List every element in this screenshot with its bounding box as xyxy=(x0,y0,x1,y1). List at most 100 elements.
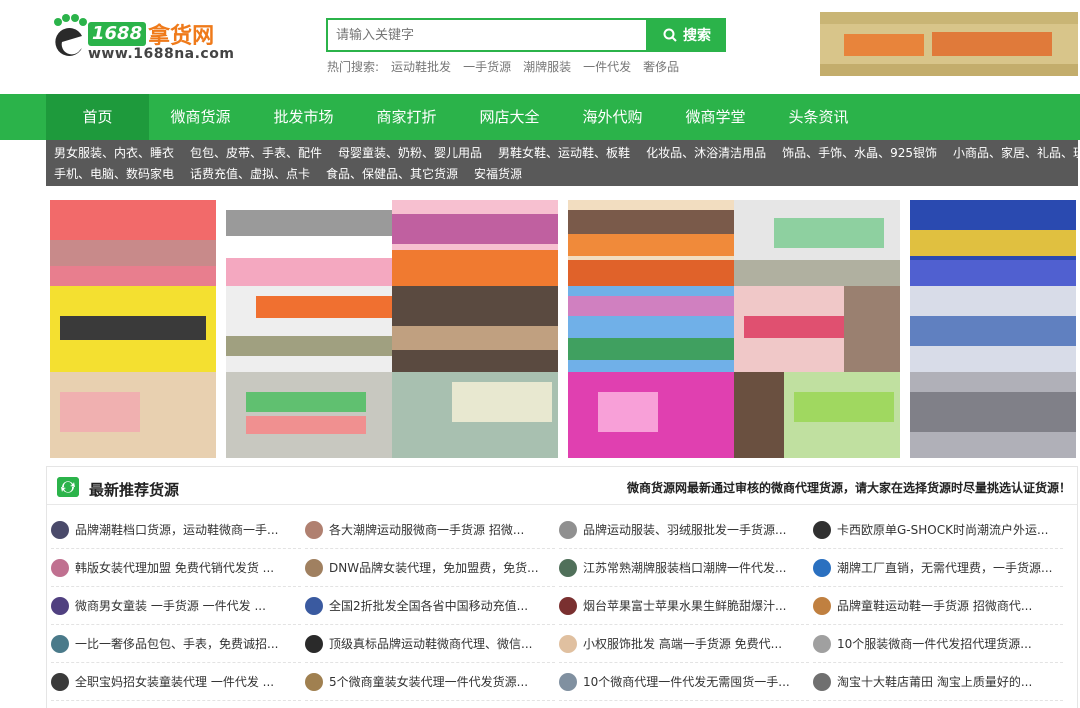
category-bar: 男女服装、内衣、睡衣 包包、皮带、手表、配件 母婴童装、奶粉、婴儿用品 男鞋女鞋… xyxy=(46,140,1080,186)
ad-image[interactable] xyxy=(910,200,1076,286)
recommend-header: 最新推荐货源 微商货源网最新通过审核的微商代理货源，请大家在选择货源时尽量挑选认… xyxy=(47,467,1077,505)
avatar xyxy=(51,634,69,653)
list-item-title: 10个微商代理一件代发无需囤货一手... xyxy=(583,675,790,689)
list-item[interactable]: 淘宝十大鞋店莆田 淘宝上质量好的... xyxy=(813,663,1063,701)
nav-item-academy[interactable]: 微商学堂 xyxy=(664,94,767,140)
recommend-title: 最新推荐货源 xyxy=(89,481,180,499)
list-item[interactable]: 品牌童鞋运动鞋一手货源 招微商代... xyxy=(813,587,1063,625)
category-link[interactable]: 手机、电脑、数码家电 xyxy=(54,164,174,185)
list-item-title: 全职宝妈招女装童装代理 一件代发 ... xyxy=(75,675,275,689)
hot-term[interactable]: 潮牌服装 xyxy=(523,58,571,75)
avatar xyxy=(813,672,831,691)
list-item[interactable]: DNW品牌女装代理，免加盟费，免货... xyxy=(305,549,555,587)
nav-item-home[interactable]: 首页 xyxy=(46,94,149,140)
hot-term[interactable]: 运动鞋批发 xyxy=(391,58,451,75)
search-input[interactable] xyxy=(326,18,648,52)
avatar xyxy=(305,634,323,653)
nav-item-overseas[interactable]: 海外代购 xyxy=(561,94,664,140)
list-item[interactable]: 品牌运动服装、羽绒服批发一手货源... xyxy=(559,511,809,549)
search-bar: 搜索 xyxy=(326,18,726,52)
list-item[interactable]: 江苏常熟潮牌服装档口潮牌一件代发... xyxy=(559,549,809,587)
list-item-title: 5个微商童装女装代理一件代发货源... xyxy=(329,675,529,689)
list-item-title: 卡西欧原单G-SHOCK时尚潮流户外运... xyxy=(837,523,1049,537)
category-link[interactable]: 母婴童装、奶粉、婴儿用品 xyxy=(338,143,482,164)
ad-image[interactable] xyxy=(392,372,558,458)
category-link[interactable]: 话费充值、虚拟、点卡 xyxy=(190,164,310,185)
list-item-title: 品牌童鞋运动鞋一手货源 招微商代... xyxy=(837,599,1033,613)
ad-image[interactable] xyxy=(226,372,392,458)
list-item-title: 韩版女装代理加盟 免费代销代发货 ... xyxy=(75,561,275,575)
list-item[interactable]: 潮牌工厂直销，无需代理费，一手货源... xyxy=(813,549,1063,587)
avatar xyxy=(51,558,69,577)
list-item-title: 微商男女童装 一手货源 一件代发 ... xyxy=(75,599,266,613)
hot-term[interactable]: 奢侈品 xyxy=(643,58,679,75)
ad-image[interactable] xyxy=(392,286,558,372)
category-link[interactable]: 小商品、家居、礼品、玩具 xyxy=(953,143,1080,164)
list-item-title: 品牌潮鞋档口货源，运动鞋微商一手... xyxy=(75,523,279,537)
list-item[interactable]: 微商男女童装 一手货源 一件代发 ... xyxy=(51,587,301,625)
list-item[interactable]: 一比一奢侈品包包、手表，免费诚招... xyxy=(51,625,301,663)
ad-image[interactable] xyxy=(392,200,558,286)
banner-ad[interactable] xyxy=(820,12,1078,76)
list-item[interactable]: 韩版女装代理加盟 免费代销代发货 ... xyxy=(51,549,301,587)
list-item-title: 淘宝十大鞋店莆田 淘宝上质量好的... xyxy=(837,675,1033,689)
avatar xyxy=(813,634,831,653)
nav-item-wholesale[interactable]: 批发市场 xyxy=(252,94,355,140)
main-nav: 首页 微商货源 批发市场 商家打折 网店大全 海外代购 微商学堂 头条资讯 xyxy=(0,94,1080,140)
list-item-title: 烟台苹果富士苹果水果生鲜脆甜爆汁... xyxy=(583,599,787,613)
nav-item-discount[interactable]: 商家打折 xyxy=(355,94,458,140)
list-item[interactable]: 品牌潮鞋档口货源，运动鞋微商一手... xyxy=(51,511,301,549)
avatar xyxy=(813,520,831,539)
refresh-icon xyxy=(57,477,79,497)
list-item-title: 顶级真标品牌运动鞋微商代理、微信... xyxy=(329,637,533,651)
category-link[interactable]: 化妆品、沐浴清洁用品 xyxy=(646,143,766,164)
category-link[interactable]: 饰品、手饰、水晶、925银饰 xyxy=(782,143,937,164)
list-item-title: 各大潮牌运动服微商一手货源 招微... xyxy=(329,523,525,537)
hot-term[interactable]: 一件代发 xyxy=(583,58,631,75)
category-link[interactable]: 男鞋女鞋、运动鞋、板鞋 xyxy=(498,143,630,164)
recommend-section: 最新推荐货源 微商货源网最新通过审核的微商代理货源，请大家在选择货源时尽量挑选认… xyxy=(46,466,1078,708)
category-link[interactable]: 安福货源 xyxy=(474,164,522,185)
ad-image[interactable] xyxy=(734,286,900,372)
list-item[interactable]: 卡西欧原单G-SHOCK时尚潮流户外运... xyxy=(813,511,1063,549)
site-header: 1688 拿货网 www.1688na.com 搜索 热门搜索: 运动鞋批发 一… xyxy=(0,0,1080,94)
list-item[interactable]: 各大潮牌运动服微商一手货源 招微... xyxy=(305,511,555,549)
nav-item-news[interactable]: 头条资讯 xyxy=(767,94,870,140)
list-item[interactable]: 10个服装微商一件代发招代理货源... xyxy=(813,625,1063,663)
ad-image[interactable] xyxy=(50,286,216,372)
list-item[interactable]: 顶级真标品牌运动鞋微商代理、微信... xyxy=(305,625,555,663)
nav-item-wechat-supply[interactable]: 微商货源 xyxy=(149,94,252,140)
avatar xyxy=(51,520,69,539)
avatar xyxy=(51,672,69,691)
list-item[interactable]: 5个微商童装女装代理一件代发货源... xyxy=(305,663,555,701)
ad-image[interactable] xyxy=(568,372,734,458)
list-item[interactable]: 全职宝妈招女装童装代理 一件代发 ... xyxy=(51,663,301,701)
nav-item-shops[interactable]: 网店大全 xyxy=(458,94,561,140)
ad-image[interactable] xyxy=(734,200,900,286)
avatar xyxy=(559,520,577,539)
list-item-title: 江苏常熟潮牌服装档口潮牌一件代发... xyxy=(583,561,787,575)
category-link[interactable]: 男女服装、内衣、睡衣 xyxy=(54,143,174,164)
avatar xyxy=(813,558,831,577)
list-item[interactable]: 全国2折批发全国各省中国移动充值... xyxy=(305,587,555,625)
ad-image[interactable] xyxy=(568,286,734,372)
hot-term[interactable]: 一手货源 xyxy=(463,58,511,75)
ad-image[interactable] xyxy=(50,200,216,286)
ad-image[interactable] xyxy=(910,372,1076,458)
ad-image[interactable] xyxy=(226,200,392,286)
list-item[interactable]: 10个微商代理一件代发无需囤货一手... xyxy=(559,663,809,701)
ad-image-grid xyxy=(46,190,1080,458)
ad-image[interactable] xyxy=(50,372,216,458)
ad-image[interactable] xyxy=(910,286,1076,372)
category-link[interactable]: 食品、保健品、其它货源 xyxy=(326,164,458,185)
avatar xyxy=(813,596,831,615)
ad-image[interactable] xyxy=(568,200,734,286)
avatar xyxy=(559,672,577,691)
category-link[interactable]: 包包、皮带、手表、配件 xyxy=(190,143,322,164)
list-item[interactable]: 小权服饰批发 高端一手货源 免费代... xyxy=(559,625,809,663)
search-button[interactable]: 搜索 xyxy=(648,18,726,52)
avatar xyxy=(305,672,323,691)
ad-image[interactable] xyxy=(734,372,900,458)
ad-image[interactable] xyxy=(226,286,392,372)
list-item[interactable]: 烟台苹果富士苹果水果生鲜脆甜爆汁... xyxy=(559,587,809,625)
